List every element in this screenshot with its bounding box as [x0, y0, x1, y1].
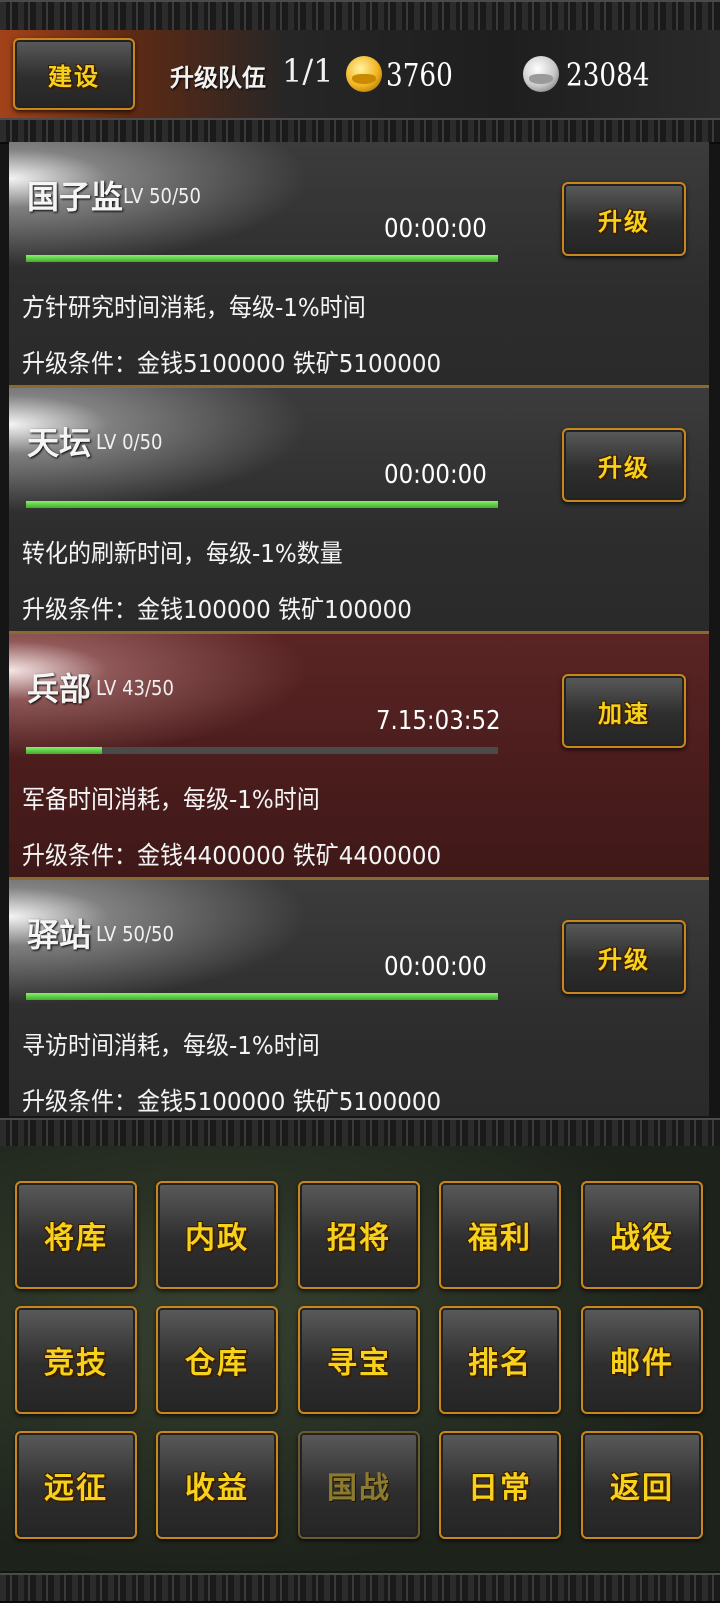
- building-description: 军备时间消耗，每级-1%时间: [22, 785, 320, 814]
- building-level: LV 43/50: [96, 676, 174, 700]
- menu-button-back[interactable]: 返回: [581, 1431, 703, 1539]
- progress-bar: [26, 255, 498, 262]
- building-timer: 7.15:03:52: [376, 706, 501, 736]
- top-frame-border: [0, 0, 720, 32]
- menu-button-warehouse[interactable]: 仓库: [156, 1306, 278, 1414]
- list-top-border: [0, 118, 720, 144]
- building-description: 方针研究时间消耗，每级-1%时间: [22, 293, 366, 322]
- building-card: 驿站 LV 50/50 00:00:00 寻访时间消耗，每级-1%时间 升级条件…: [9, 880, 709, 1116]
- progress-fill: [26, 747, 102, 754]
- menu-button-treasure-hunt[interactable]: 寻宝: [298, 1306, 420, 1414]
- menu-button-expedition[interactable]: 远征: [15, 1431, 137, 1539]
- silver-ingot-icon: [523, 56, 559, 92]
- upgrade-button[interactable]: 升级: [562, 920, 686, 994]
- menu-button-campaign[interactable]: 战役: [581, 1181, 703, 1289]
- upgrade-queue-count: 1/1: [282, 52, 334, 90]
- upgrade-condition: 升级条件：金钱4400000 铁矿4400000: [22, 841, 442, 870]
- progress-fill: [26, 993, 498, 1000]
- building-list[interactable]: 国子监 LV 50/50 00:00:00 方针研究时间消耗，每级-1%时间 升…: [9, 142, 709, 1116]
- building-card-active: 兵部 LV 43/50 7.15:03:52 军备时间消耗，每级-1%时间 升级…: [9, 634, 709, 880]
- progress-fill: [26, 255, 498, 262]
- building-description: 寻访时间消耗，每级-1%时间: [22, 1031, 320, 1060]
- building-timer: 00:00:00: [384, 460, 487, 490]
- building-card: 天坛 LV 0/50 00:00:00 转化的刷新时间，每级-1%数量 升级条件…: [9, 388, 709, 634]
- menu-button-generals[interactable]: 将库: [15, 1181, 137, 1289]
- progress-fill: [26, 501, 498, 508]
- building-name: 国子监: [27, 178, 124, 216]
- progress-bar: [26, 747, 498, 754]
- progress-bar: [26, 993, 498, 1000]
- upgrade-queue-label: 升级队伍: [170, 64, 266, 92]
- speed-up-button[interactable]: 加速: [562, 674, 686, 748]
- building-name: 驿站: [27, 916, 92, 954]
- upgrade-button[interactable]: 升级: [562, 428, 686, 502]
- building-description: 转化的刷新时间，每级-1%数量: [22, 539, 343, 568]
- bottom-frame-border: [0, 1573, 720, 1603]
- upgrade-condition: 升级条件：金钱100000 铁矿100000: [22, 595, 412, 624]
- menu-button-welfare[interactable]: 福利: [439, 1181, 561, 1289]
- building-timer: 00:00:00: [384, 952, 487, 982]
- building-level: LV 50/50: [96, 922, 174, 946]
- silver-amount: 23084: [566, 56, 650, 94]
- top-bar: 建设 升级队伍 1/1 3760 23084: [0, 30, 720, 120]
- build-button[interactable]: 建设: [13, 38, 135, 110]
- building-card: 国子监 LV 50/50 00:00:00 方针研究时间消耗，每级-1%时间 升…: [9, 142, 709, 388]
- menu-button-arena[interactable]: 竞技: [15, 1306, 137, 1414]
- menu-top-border: [0, 1118, 720, 1148]
- building-timer: 00:00:00: [384, 214, 487, 244]
- main-menu-panel: 将库 内政 招将 福利 战役 竞技 仓库 寻宝 排名 邮件 远征 收益 国战 日…: [0, 1146, 720, 1571]
- building-name: 天坛: [27, 424, 92, 462]
- menu-button-daily[interactable]: 日常: [439, 1431, 561, 1539]
- building-name: 兵部: [27, 670, 92, 708]
- menu-button-internal-affairs[interactable]: 内政: [156, 1181, 278, 1289]
- upgrade-condition: 升级条件：金钱5100000 铁矿5100000: [22, 349, 442, 378]
- menu-button-ranking[interactable]: 排名: [439, 1306, 561, 1414]
- building-level: LV 50/50: [123, 184, 201, 208]
- upgrade-button[interactable]: 升级: [562, 182, 686, 256]
- gold-amount: 3760: [386, 56, 453, 94]
- progress-bar: [26, 501, 498, 508]
- building-level: LV 0/50: [96, 430, 163, 454]
- menu-button-nation-war: 国战: [298, 1431, 420, 1539]
- menu-button-income[interactable]: 收益: [156, 1431, 278, 1539]
- menu-button-mail[interactable]: 邮件: [581, 1306, 703, 1414]
- menu-button-recruit[interactable]: 招将: [298, 1181, 420, 1289]
- gold-ingot-icon: [346, 56, 382, 92]
- upgrade-condition: 升级条件：金钱5100000 铁矿5100000: [22, 1087, 442, 1116]
